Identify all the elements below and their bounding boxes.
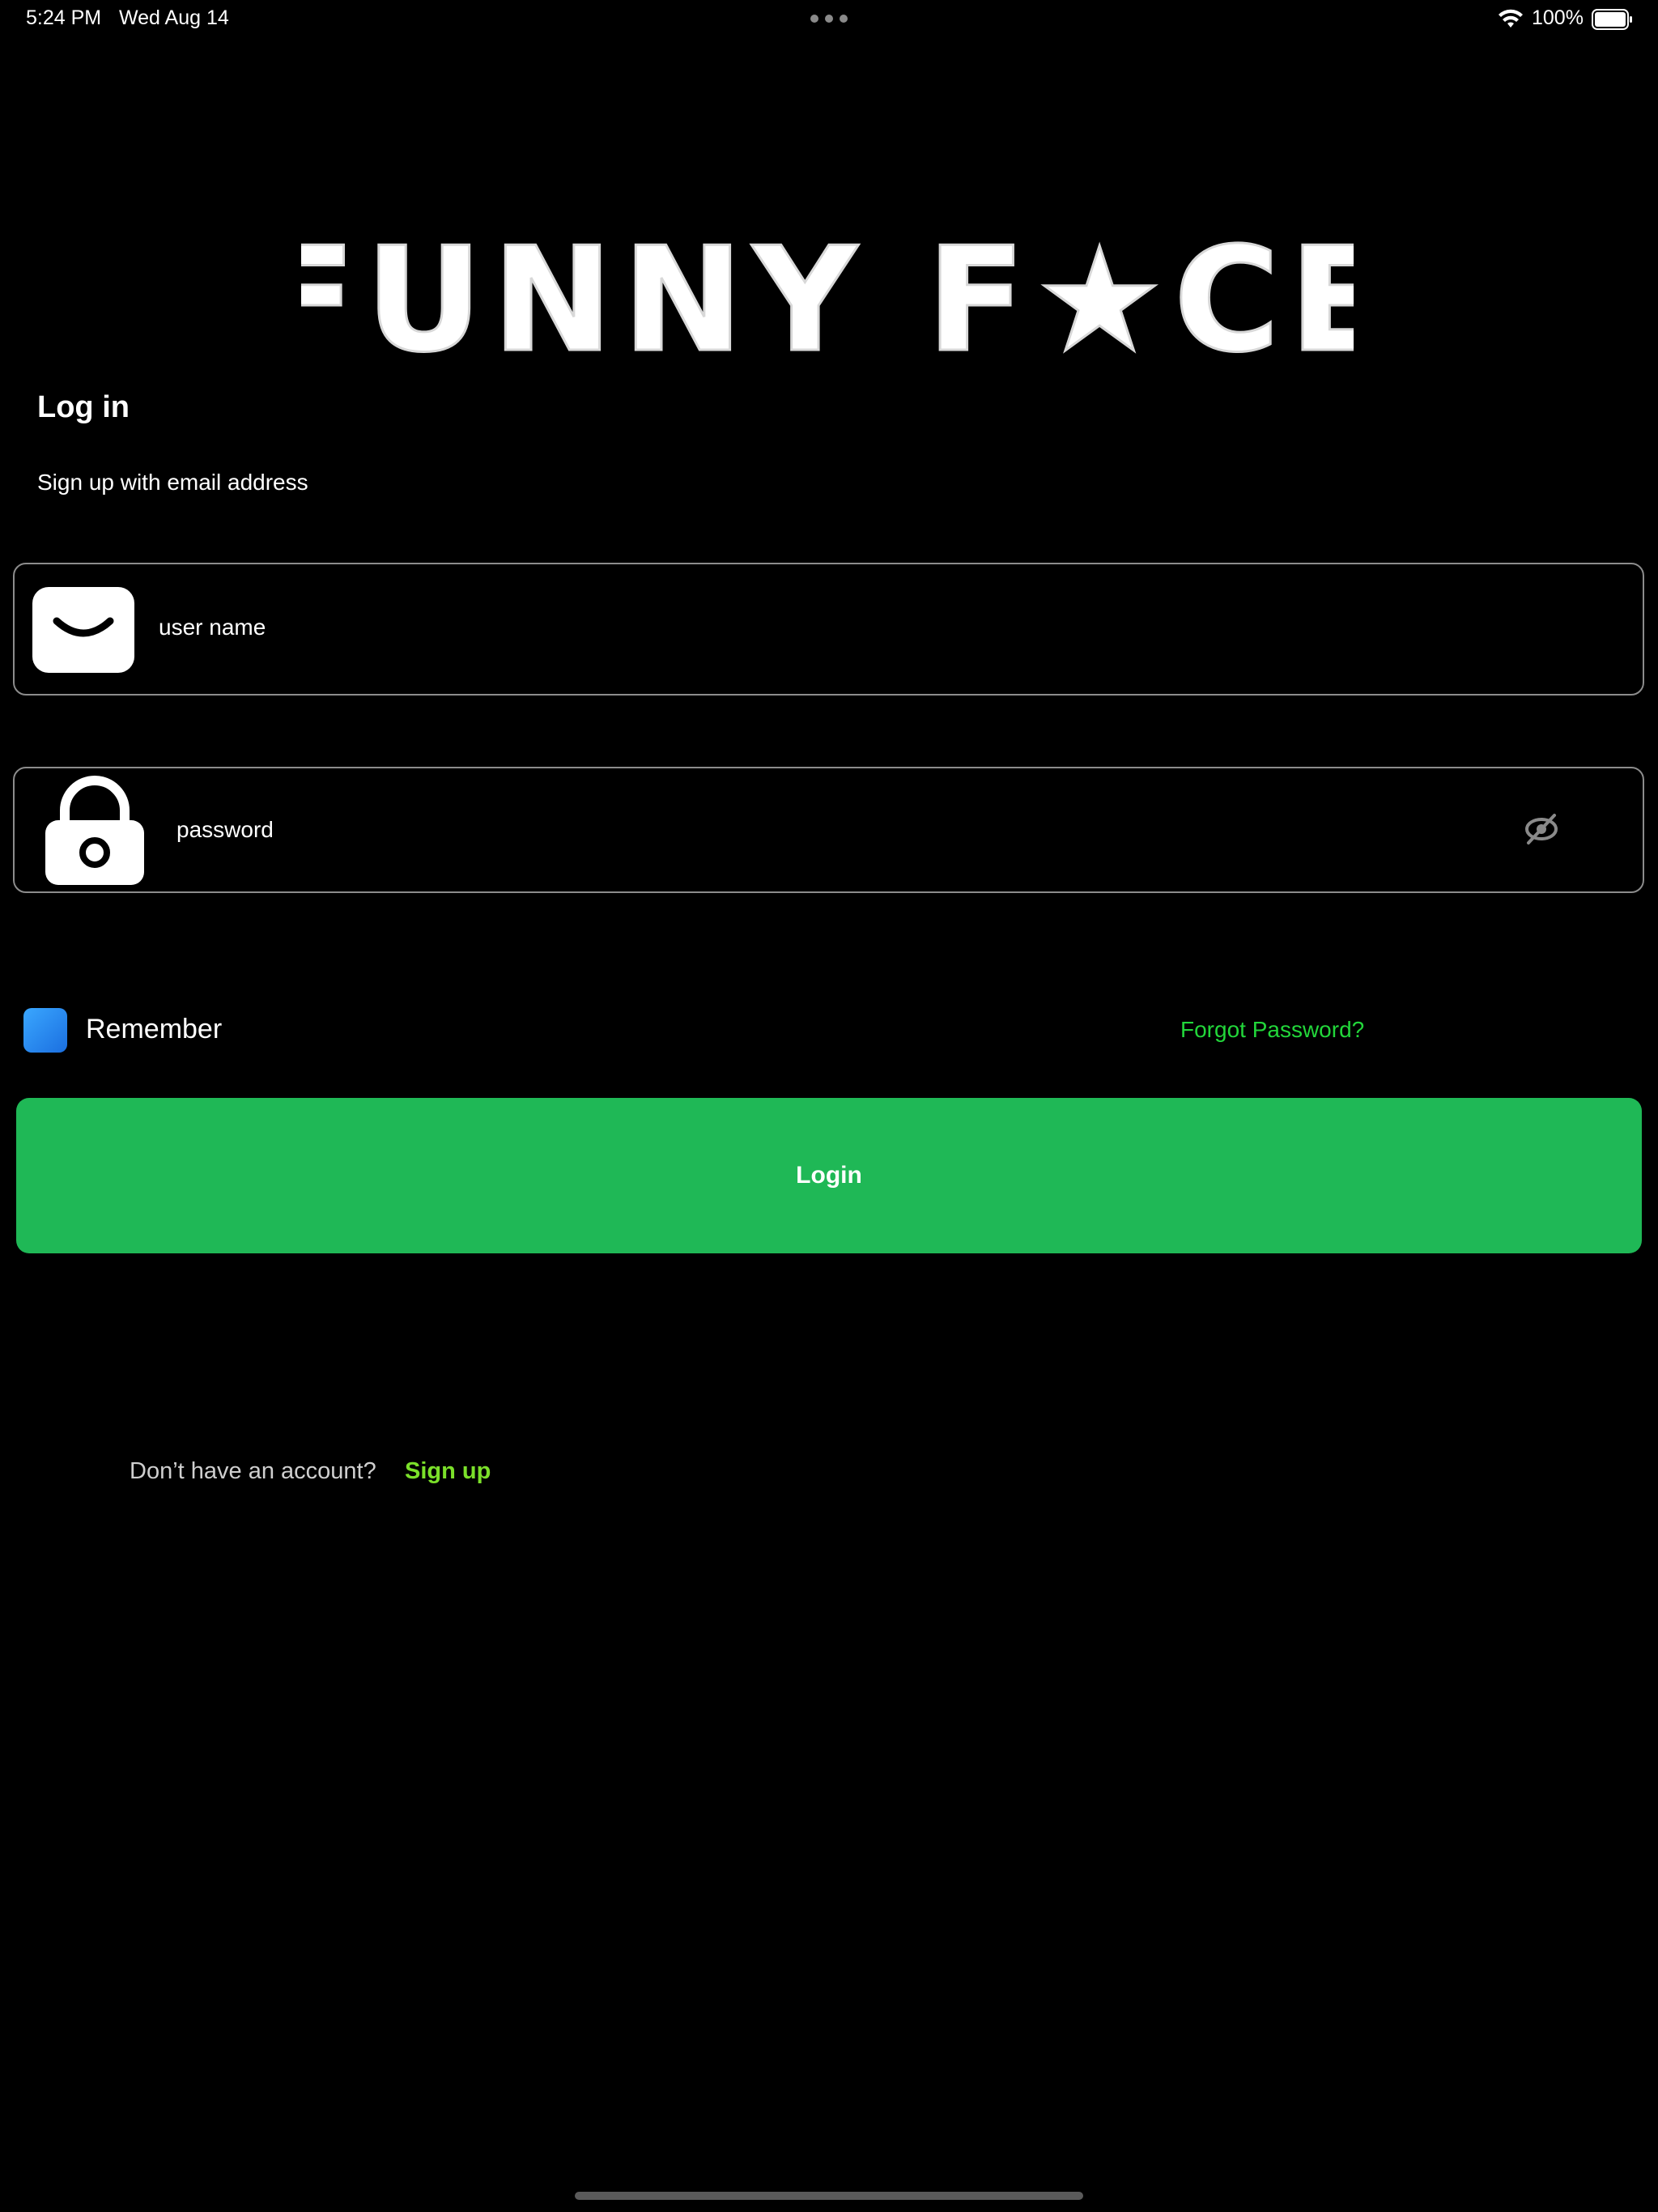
mail-icon [32, 587, 134, 673]
funny-face-logo: FUNNY F★CE [301, 220, 1354, 363]
battery-percent: 100% [1532, 6, 1584, 29]
remember-checkbox[interactable] [23, 1008, 67, 1053]
username-input[interactable] [159, 611, 1535, 644]
forgot-password-link[interactable]: Forgot Password? [1180, 1017, 1364, 1043]
lock-icon [45, 776, 144, 885]
wifi-icon [1499, 9, 1523, 28]
signup-prompt: Don’t have an account? [130, 1458, 376, 1484]
status-bar: 5:24 PM Wed Aug 14 100% [0, 0, 1658, 39]
status-time: 5:24 PM [26, 6, 102, 29]
battery-icon [1592, 9, 1632, 30]
page-subtitle: Sign up with email address [37, 470, 308, 495]
eye-off-icon[interactable] [1522, 810, 1561, 848]
remember-label: Remember [86, 1014, 223, 1044]
signup-link[interactable]: Sign up [405, 1458, 491, 1485]
login-button[interactable]: Login [16, 1098, 1642, 1253]
home-indicator[interactable] [575, 2192, 1083, 2200]
logo-text: FUNNY F★CE [301, 220, 1354, 363]
page-title: Log in [37, 390, 130, 424]
username-field[interactable] [13, 563, 1644, 696]
status-date: Wed Aug 14 [119, 6, 229, 29]
password-input[interactable] [176, 814, 1439, 846]
password-field[interactable] [13, 767, 1644, 893]
more-dots-icon[interactable] [810, 15, 848, 23]
